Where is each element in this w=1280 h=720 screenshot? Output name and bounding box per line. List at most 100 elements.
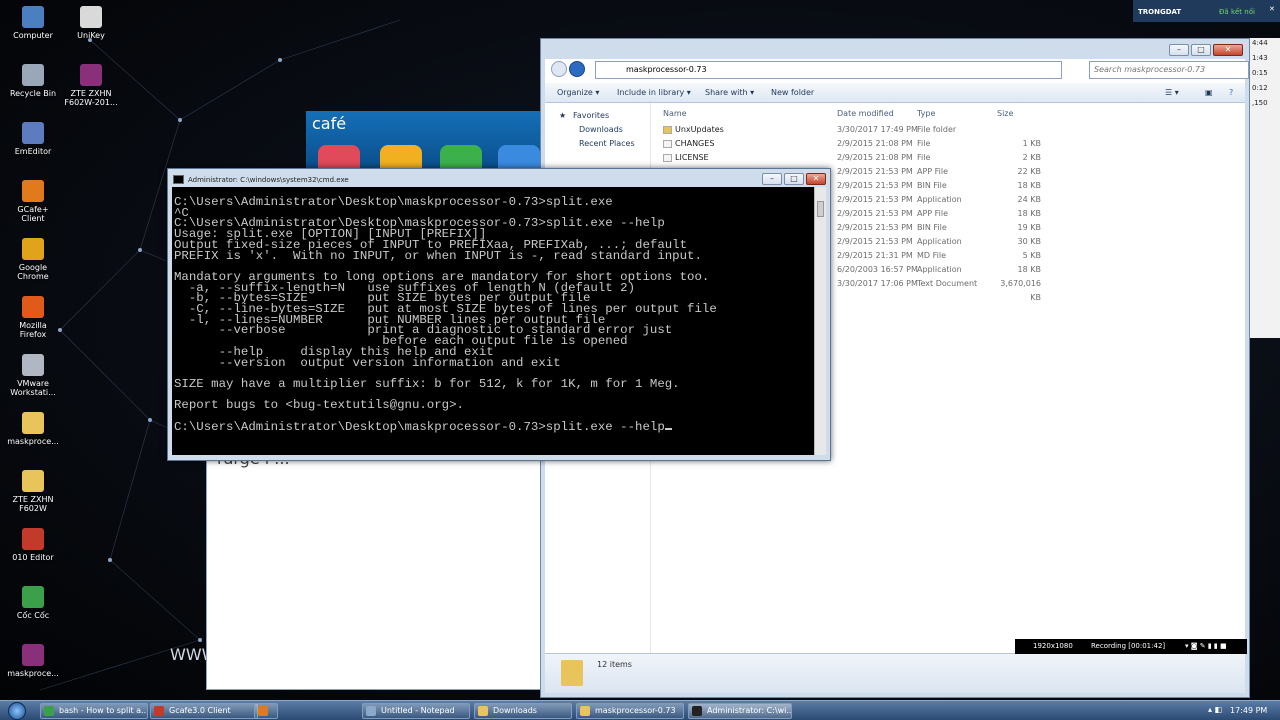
taskbar-item-label: bash - How to split a... <box>59 706 148 715</box>
desktop-icon-label: EmEditor <box>14 147 52 156</box>
chat-widget-header[interactable]: TRONGDAT Đã kết nối ✕ <box>1133 0 1280 22</box>
recording-controls-icon[interactable]: ▾ ◙ ✎ ▮ ▮ ■ <box>1185 639 1227 654</box>
desktop: WWW Computer UniKey Recycle Bin ZTE ZXHN F6… <box>0 0 1280 700</box>
taskbar-app-icon <box>478 706 488 716</box>
cmd-window[interactable]: Administrator: C:\windows\system32\cmd.e… <box>167 168 831 461</box>
file-type: APP File <box>917 209 949 218</box>
nav-favorites[interactable]: Favorites <box>573 111 609 120</box>
file-size <box>997 123 1041 137</box>
desktop-icon-label: Google Chrome <box>17 263 49 281</box>
file-type: MD File <box>917 251 946 260</box>
desktop-icon[interactable]: EmEditor <box>5 122 61 156</box>
file-size: 1 KB <box>1022 139 1041 148</box>
minimize-button[interactable]: – <box>1169 44 1189 56</box>
file-size: 30 KB <box>1017 237 1041 246</box>
file-date: 2/9/2015 21:08 PM <box>837 153 913 162</box>
share-with-button[interactable]: Share with ▾ <box>705 88 754 97</box>
taskbar-item[interactable] <box>254 703 278 719</box>
desktop-icon[interactable]: 010 Editor <box>5 528 61 562</box>
taskbar-item-label: maskprocessor-0.73 <box>595 706 676 715</box>
taskbar-app-icon <box>154 706 164 716</box>
desktop-icon[interactable]: ZTE ZXHN F602W <box>5 470 61 513</box>
file-type: File <box>917 139 931 148</box>
gcafe-window[interactable]: café <box>306 111 546 171</box>
desktop-icon-label: maskproce... <box>7 437 59 446</box>
desktop-icon-label: Mozilla Firefox <box>19 321 47 339</box>
start-button[interactable] <box>8 702 26 720</box>
forward-icon[interactable] <box>569 61 585 77</box>
cmd-close-button[interactable]: ✕ <box>806 173 826 185</box>
taskbar-item[interactable]: maskprocessor-0.73 <box>576 703 684 719</box>
desktop-icon[interactable]: Recycle Bin <box>5 64 61 98</box>
file-date: 2/9/2015 21:08 PM <box>837 139 913 148</box>
taskbar-item[interactable]: Gcafe3.0 Client <box>150 703 258 719</box>
desktop-icon[interactable]: ZTE ZXHN F602W-201... <box>63 64 119 107</box>
scroll-thumb[interactable] <box>817 201 824 217</box>
chat-time: ,150 <box>1252 99 1268 107</box>
console-output[interactable]: C:\Users\Administrator\Desktop\maskproce… <box>172 187 814 455</box>
desktop-icon[interactable]: UniKey <box>63 6 119 40</box>
file-name[interactable]: CHANGES <box>675 137 714 151</box>
taskbar-item[interactable]: bash - How to split a... <box>40 703 148 719</box>
nav-recent-places[interactable]: Recent Places <box>579 139 635 148</box>
desktop-icon-label: VMware Workstati... <box>10 379 56 397</box>
search-input[interactable]: Search maskprocessor-0.73 <box>1089 61 1249 79</box>
column-type[interactable]: Type <box>917 105 935 123</box>
cmd-scrollbar[interactable] <box>814 187 826 455</box>
file-size: 19 KB <box>1017 223 1041 232</box>
folder-icon <box>22 470 44 492</box>
preview-pane-icon[interactable]: ▣ <box>1205 88 1213 97</box>
gcafe-title: café <box>312 114 347 133</box>
views-icon[interactable]: ☰ ▾ <box>1165 88 1179 97</box>
chat-close-icon[interactable]: ✕ <box>1269 5 1275 13</box>
file-name[interactable]: UnxUpdates <box>675 123 724 137</box>
folder-icon <box>663 126 672 134</box>
include-library-button[interactable]: Include in library ▾ <box>617 88 691 97</box>
desktop-icon[interactable]: VMware Workstati... <box>5 354 61 397</box>
unikey-icon <box>80 6 102 28</box>
file-date: 6/20/2003 16:57 PM <box>837 265 918 274</box>
vmware-icon <box>22 354 44 376</box>
gcafe-client-icon <box>22 180 44 202</box>
help-icon[interactable]: ? <box>1229 88 1233 97</box>
chat-time: 0:12 <box>1252 84 1268 92</box>
column-size[interactable]: Size <box>997 105 1013 123</box>
file-type: Application <box>917 195 962 204</box>
desktop-icon-label: Computer <box>13 31 53 40</box>
chat-time: 4:44 <box>1252 39 1268 47</box>
nav-downloads[interactable]: Downloads <box>579 125 623 134</box>
desktop-icon[interactable]: Google Chrome <box>5 238 61 281</box>
close-button[interactable]: ✕ <box>1213 44 1243 56</box>
taskbar-item[interactable]: Administrator: C:\wi... <box>688 703 792 719</box>
emeditor-icon <box>22 122 44 144</box>
back-icon[interactable] <box>551 61 567 77</box>
column-name[interactable]: Name <box>663 105 687 123</box>
desktop-icon[interactable]: Computer <box>5 6 61 40</box>
taskbar-item-label: Downloads <box>493 706 537 715</box>
desktop-icon[interactable]: Cốc Cốc <box>5 586 61 620</box>
file-name[interactable]: LICENSE <box>675 151 709 165</box>
file-type: File folder <box>917 125 957 134</box>
search-placeholder: Search maskprocessor-0.73 <box>1094 65 1206 74</box>
organize-button[interactable]: Organize ▾ <box>557 88 599 97</box>
recording-status: Recording [00:01:42] <box>1091 642 1166 650</box>
tray-icons[interactable]: ▴ ◧ <box>1208 705 1222 714</box>
cmd-icon <box>173 175 184 184</box>
taskbar-item[interactable]: Untitled - Notepad <box>362 703 470 719</box>
desktop-icon[interactable]: Mozilla Firefox <box>5 296 61 339</box>
desktop-icon-label: ZTE ZXHN F602W-201... <box>64 89 118 107</box>
cmd-maximize-button[interactable]: □ <box>784 173 804 185</box>
taskbar-item[interactable]: Downloads <box>474 703 572 719</box>
desktop-icon[interactable]: GCafe+ Client <box>5 180 61 223</box>
recycle-bin-icon <box>22 64 44 86</box>
maximize-button[interactable]: □ <box>1191 44 1211 56</box>
column-date[interactable]: Date modified <box>837 105 894 123</box>
desktop-icon[interactable]: maskproce... <box>5 412 61 446</box>
cmd-minimize-button[interactable]: – <box>762 173 782 185</box>
chat-widget-body: 4:44 1:43 0:15 0:12 ,150 <box>1250 38 1280 338</box>
notepad-window[interactable]: rarge i ... <box>206 440 542 690</box>
desktop-icon[interactable]: maskproce... <box>5 644 61 678</box>
new-folder-button[interactable]: New folder <box>771 88 814 97</box>
address-bar[interactable]: maskprocessor-0.73 <box>595 61 1062 79</box>
file-icon <box>663 154 672 162</box>
